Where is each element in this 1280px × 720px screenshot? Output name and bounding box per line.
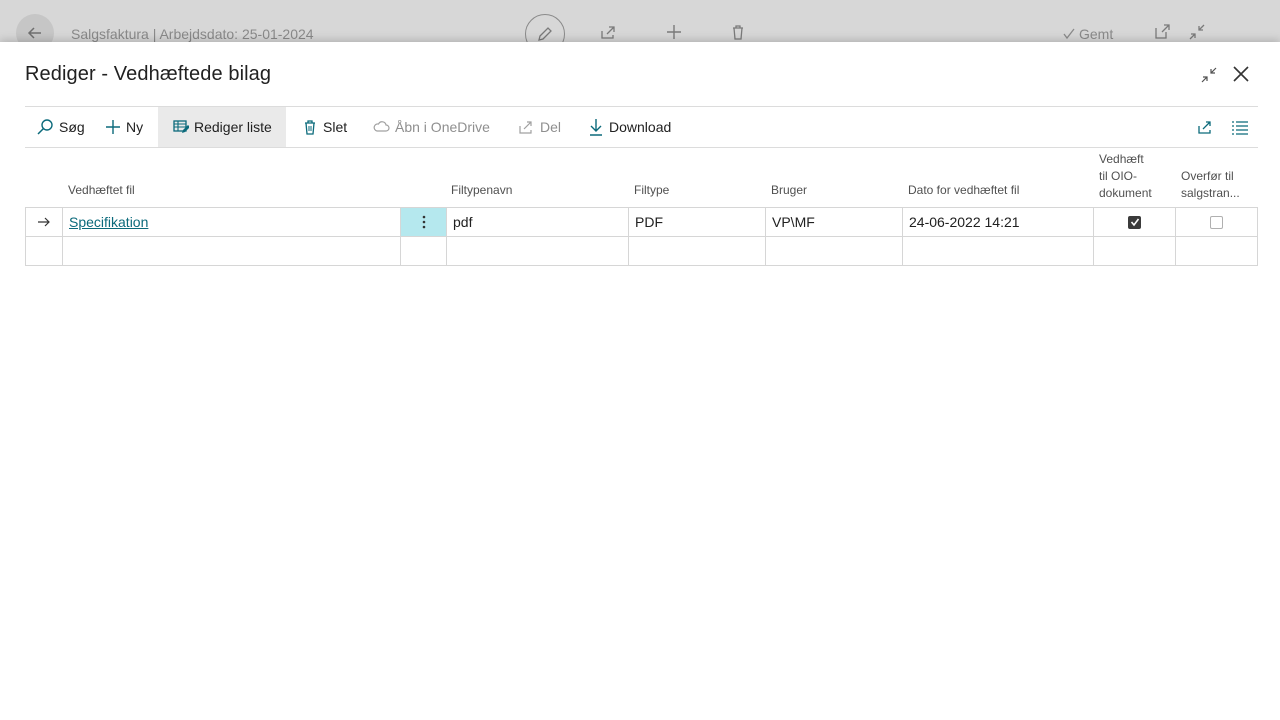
search-action[interactable]: Søg [30,107,91,147]
cell-extension[interactable]: pdf [446,207,628,237]
plus-icon [106,120,120,134]
edit-list-action-label: Rediger liste [194,119,272,135]
open-onedrive-action[interactable]: Åbn i OneDrive [366,107,496,147]
extension-value: pdf [453,214,473,230]
cell-file[interactable] [62,236,400,266]
delete-button[interactable] [728,22,748,42]
collapse-dialog-button[interactable] [1197,63,1221,87]
share-icon [1198,121,1211,134]
collapse-button[interactable] [1187,22,1207,42]
checkmark-icon [1130,218,1139,227]
search-action-label: Søg [59,119,85,135]
pop-out-icon [1155,24,1170,39]
cell-menu [400,236,446,266]
arrow-left-icon [27,27,41,39]
cell-attach-oio[interactable] [1093,207,1175,237]
column-header-attach-oio-line3: dokument [1099,186,1152,200]
column-header-attach-oio-line2: til OIO- [1099,169,1137,183]
new-action-label: Ny [126,119,144,135]
cell-transfer[interactable] [1175,236,1258,266]
download-icon [590,119,602,136]
row-indicator [25,207,62,237]
share-icon [601,26,615,39]
column-header-attach-oio-line1: Vedhæft [1099,152,1144,166]
close-dialog-button[interactable] [1229,62,1253,86]
checkmark-icon [1063,28,1075,40]
date-value: 24-06-2022 14:21 [909,214,1020,230]
download-action[interactable]: Download [582,107,677,147]
collapse-icon [1189,24,1205,40]
share-button[interactable] [598,22,618,42]
cell-attach-oio[interactable] [1093,236,1175,266]
cell-date[interactable] [902,236,1093,266]
file-link[interactable]: Specifikation [63,214,148,230]
cell-filetype[interactable]: PDF [628,207,765,237]
filetype-value: PDF [635,214,663,230]
search-icon [37,119,53,135]
share-icon [519,121,532,134]
delete-action[interactable]: Slet [296,107,353,147]
cell-extension[interactable] [446,236,628,266]
plus-icon [667,25,681,39]
attach-oio-checkbox[interactable] [1128,215,1141,229]
column-header-transfer-line1: Overfør til [1181,169,1234,183]
cell-file[interactable]: Specifikation [62,207,400,237]
column-header-transfer-line2: salgstran... [1181,186,1240,200]
cloud-icon [373,121,390,132]
close-icon [1233,66,1249,82]
transfer-checkbox[interactable] [1210,215,1223,229]
dialog-title: Rediger - Vedhæftede bilag [25,63,272,85]
share-action-label: Del [540,119,562,135]
new-button[interactable] [664,22,684,42]
share-page-button[interactable] [1188,107,1222,147]
open-onedrive-action-label: Åbn i OneDrive [395,119,490,135]
open-new-window-button[interactable] [1152,22,1172,42]
cell-user[interactable] [765,236,902,266]
column-header-extension[interactable]: Filtypenavn [451,182,512,199]
edit-list-action[interactable]: Rediger liste [158,107,286,147]
row-actions-menu[interactable] [400,207,446,237]
collapse-icon [1201,67,1217,83]
cell-filetype[interactable] [628,236,765,266]
action-bar: Søg Ny Rediger liste Slet Åbn i OneDrive… [25,107,1258,147]
more-vertical-icon [422,215,425,229]
list-view-icon [1232,121,1248,135]
column-header-file[interactable]: Vedhæftet fil [68,182,135,199]
row-indicator [25,236,62,266]
arrow-right-icon [38,217,50,227]
saved-status: Gemt [1062,26,1113,42]
delete-action-label: Slet [323,119,348,135]
edit-list-icon [173,120,189,133]
column-header-user[interactable]: Bruger [771,182,807,199]
background-page-title: Salgsfaktura | Arbejdsdato: 25-01-2024 [71,26,314,42]
table-row[interactable]: Specifikation pdf PDF VP\MF 24-06-2022 1… [25,207,1258,237]
attachments-dialog: Rediger - Vedhæftede bilag Søg Ny Redige… [0,42,1280,720]
column-header-date[interactable]: Dato for vedhæftet fil [908,182,1019,199]
column-header-transfer[interactable]: Overfør til salgstran... [1181,168,1240,202]
table-row-empty[interactable] [25,236,1258,266]
saved-label: Gemt [1079,26,1114,42]
cell-date[interactable]: 24-06-2022 14:21 [902,207,1093,237]
share-action[interactable]: Del [511,107,567,147]
trash-icon [305,120,315,135]
new-action[interactable]: Ny [99,107,149,147]
column-header-attach-oio[interactable]: Vedhæft til OIO- dokument [1099,151,1152,202]
pencil-icon [538,27,552,41]
cell-user[interactable]: VP\MF [765,207,902,237]
user-value: VP\MF [772,214,815,230]
cell-transfer[interactable] [1175,207,1258,237]
trash-icon [733,25,743,40]
download-action-label: Download [609,119,672,135]
list-view-button[interactable] [1223,107,1257,147]
actionbar-divider [25,147,1258,148]
column-header-filetype[interactable]: Filtype [634,182,669,199]
